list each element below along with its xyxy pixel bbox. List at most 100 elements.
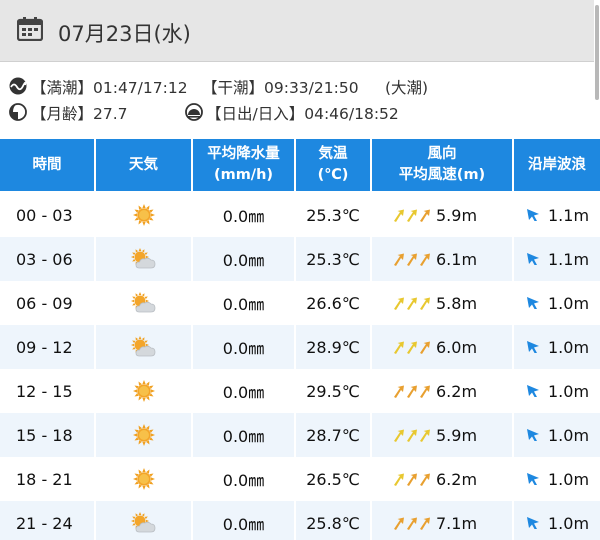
wind-arrow-icon [420,297,430,310]
wave-direction-icon [527,253,539,265]
wind-cell: 6.2m [372,369,512,413]
wind-cell: 6.2m [372,457,512,501]
wave-direction-icon [527,209,539,221]
weather-cell [96,501,191,540]
wave-height: 1.0m [548,513,590,533]
table-row: 15 - 18 0.0㎜ 28.7℃ 5.9m 1.0m [0,413,600,457]
weather-cell [96,281,191,325]
table-row: 09 - 12 0.0㎜ 28.9℃ 6.0m 1.0m [0,325,600,369]
wind-speed: 6.0m [436,337,478,357]
wind-speed: 7.1m [436,513,478,533]
table-header: 時間 天気 平均降水量 (mm/h) 気温 (℃) 風向 平均風速(m) 沿岸波浪 [0,139,600,191]
wave-cell: 1.1m [514,193,600,237]
wind-cell: 5.9m [372,413,512,457]
wave-height: 1.0m [548,337,590,357]
scrollbar[interactable] [595,5,599,100]
time-cell: 18 - 21 [0,457,94,501]
partly-cloudy-icon [130,248,155,269]
wave-direction-icon [527,429,539,441]
wind-speed: 5.9m [436,205,478,225]
temp-cell: 25.3℃ [296,193,370,237]
header-weather: 天気 [96,139,191,191]
wind-cell: 6.1m [372,237,512,281]
time-cell: 09 - 12 [0,325,94,369]
partly-cloudy-icon [130,336,155,357]
weather-cell [96,457,191,501]
header-temp: 気温 (℃) [296,139,370,191]
wind-speed: 6.2m [436,469,478,489]
wind-arrow-icon [394,473,404,486]
high-tide: 【満潮】01:47/17:12 [31,79,188,97]
wind-arrow-icon [420,209,430,222]
wind-arrow-icon [407,209,417,222]
wave-cell: 1.0m [514,325,600,369]
partly-cloudy-icon [130,292,155,313]
wind-arrows [392,297,431,310]
wind-cell: 7.1m [372,501,512,540]
weather-cell [96,193,191,237]
wind-arrows [392,429,431,442]
time-cell: 21 - 24 [0,501,94,540]
wind-arrows [392,385,431,398]
precip-cell: 0.0㎜ [193,501,294,540]
time-cell: 15 - 18 [0,413,94,457]
precip-cell: 0.0㎜ [193,325,294,369]
wave-cell: 1.0m [514,369,600,413]
sunrise-icon [185,103,203,121]
moon-age: 【月齢】27.7 [31,105,128,123]
precip-cell: 0.0㎜ [193,457,294,501]
temp-cell: 25.3℃ [296,237,370,281]
table-row: 03 - 06 0.0㎜ 25.3℃ 6.1m 1.1m [0,237,600,281]
wave-direction-icon [527,473,539,485]
wave-height: 1.0m [548,469,590,489]
wave-height: 1.0m [548,381,590,401]
wind-arrow-icon [420,341,430,354]
wind-speed: 5.8m [436,293,478,313]
wave-height: 1.0m [548,425,590,445]
moon-sun-info: 【月齢】27.7 【日出/日入】04:46/18:52 [0,100,594,124]
header-wave: 沿岸波浪 [514,139,600,191]
wave-cell: 1.0m [514,281,600,325]
moon-icon [9,103,27,121]
wave-direction-icon [527,517,539,529]
wind-cell: 6.0m [372,325,512,369]
wave-direction-icon [527,341,539,353]
table-row: 06 - 09 0.0㎜ 26.6℃ 5.8m 1.0m [0,281,600,325]
wind-arrow-icon [394,385,404,398]
date-header: 07月23日(水) [0,0,594,62]
wind-arrows [392,473,431,486]
wind-arrow-icon [407,385,417,398]
temp-cell: 25.8℃ [296,501,370,540]
temp-cell: 28.7℃ [296,413,370,457]
wind-arrow-icon [394,429,404,442]
wave-height: 1.0m [548,293,590,313]
header-precip: 平均降水量 (mm/h) [193,139,294,191]
table-row: 18 - 21 0.0㎜ 26.5℃ 6.2m 1.0m [0,457,600,501]
table-row: 12 - 15 0.0㎜ 29.5℃ 6.2m 1.0m [0,369,600,413]
table-row: 21 - 24 0.0㎜ 25.8℃ 7.1m 1.0m [0,501,600,540]
wind-arrows [392,341,431,354]
wave-cell: 1.0m [514,501,600,540]
temp-cell: 26.6℃ [296,281,370,325]
wind-arrow-icon [407,253,417,266]
time-cell: 12 - 15 [0,369,94,413]
temp-cell: 26.5℃ [296,457,370,501]
wind-arrow-icon [420,429,430,442]
weather-cell [96,325,191,369]
precip-cell: 0.0㎜ [193,413,294,457]
sunny-icon [132,204,155,226]
wind-arrow-icon [394,517,404,530]
tide-info: 【満潮】01:47/17:12 【干潮】09:33/21:50 (大潮) [0,74,594,98]
sunny-icon [132,468,155,490]
wave-direction-icon [527,385,539,397]
wave-height: 1.1m [548,249,590,269]
time-cell: 00 - 03 [0,193,94,237]
precip-cell: 0.0㎜ [193,237,294,281]
wind-arrow-icon [394,253,404,266]
wind-arrow-icon [407,297,417,310]
weather-cell [96,413,191,457]
wind-arrow-icon [420,253,430,266]
sunny-icon [132,380,155,402]
weather-cell [96,237,191,281]
wind-arrow-icon [394,297,404,310]
